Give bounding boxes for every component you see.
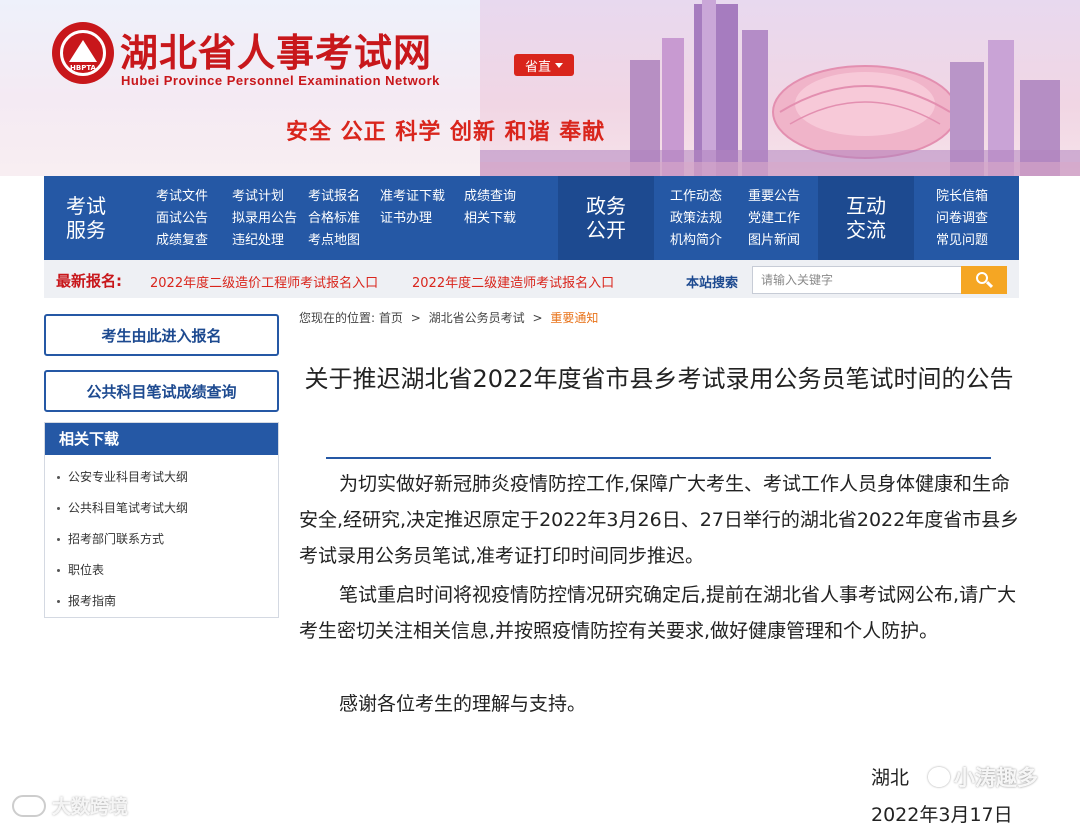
nav-group-title-line2: 公开	[586, 218, 626, 242]
nav-group-title-line2: 交流	[846, 218, 886, 242]
nav-link[interactable]: 准考证下载	[380, 188, 464, 206]
article-paragraph: 感谢各位考生的理解与支持。	[339, 693, 587, 715]
exam-service-links: 考试文件 考试计划 考试报名 准考证下载 成绩查询 面试公告 拟录用公告 合格标…	[156, 188, 534, 250]
nav-group-gov-affairs[interactable]: 政务 公开	[566, 194, 646, 242]
header-banner: HBPTA 湖北省人事考试网 Hubei Province Personnel …	[0, 0, 1080, 176]
signature-organization: 湖北	[871, 767, 910, 789]
site-logo[interactable]: HBPTA	[52, 22, 114, 84]
title-divider	[326, 457, 991, 459]
nav-link[interactable]: 相关下载	[464, 210, 534, 228]
nav-group-title-line1: 政务	[586, 194, 626, 218]
site-subtitle: Hubei Province Personnel Examination Net…	[121, 73, 440, 88]
bullet-icon	[57, 476, 60, 479]
nav-link[interactable]: 图片新闻	[748, 232, 826, 250]
download-item-label: 招考部门联系方式	[68, 532, 165, 546]
nav-group-exam-service[interactable]: 考试 服务	[46, 194, 126, 242]
bullet-icon	[57, 600, 60, 603]
breadcrumb-current[interactable]: 重要通知	[550, 311, 598, 325]
nav-link[interactable]: 考试报名	[308, 188, 380, 206]
score-query-button[interactable]: 公共科目笔试成绩查询	[44, 370, 279, 412]
registration-link[interactable]: 2022年度二级建造师考试报名入口	[412, 272, 614, 291]
download-item[interactable]: 公共科目笔试考试大纲	[57, 499, 188, 516]
signature-date: 2022年3月17日	[871, 804, 1013, 825]
related-downloads-title: 相关下载	[45, 423, 278, 455]
nav-link[interactable]: 重要公告	[748, 188, 826, 206]
latest-registration-label: 最新报名:	[56, 272, 122, 290]
download-item[interactable]: 职位表	[57, 561, 104, 578]
nav-group-interaction[interactable]: 互动 交流	[826, 194, 906, 242]
article-paragraph: 为切实做好新冠肺炎疫情防控工作,保障广大考生、考试工作人员身体健康和生命安全,经…	[299, 473, 1020, 567]
nav-link[interactable]: 院长信箱	[936, 188, 1006, 206]
article-title: 关于推迟湖北省2022年度省市县乡考试录用公务员笔试时间的公告	[304, 365, 1014, 393]
wechat-icon	[928, 767, 950, 787]
nav-link[interactable]: 成绩复查	[156, 232, 232, 250]
nav-link[interactable]: 拟录用公告	[232, 210, 308, 228]
chevron-down-icon	[555, 62, 563, 68]
nav-link[interactable]: 常见问题	[936, 232, 1006, 250]
logo-emblem-icon	[69, 40, 97, 62]
watermark-right: 小涛趣多	[928, 762, 1038, 792]
site-slogan: 安全 公正 科学 创新 和谐 奉献	[286, 120, 606, 145]
nav-link[interactable]: 工作动态	[670, 188, 748, 206]
nav-link[interactable]: 政策法规	[670, 210, 748, 228]
download-item-label: 公共科目笔试考试大纲	[68, 501, 189, 515]
nav-link[interactable]: 党建工作	[748, 210, 826, 228]
gov-affairs-links: 工作动态 重要公告 政策法规 党建工作 机构简介 图片新闻	[670, 188, 826, 250]
download-item[interactable]: 公安专业科目考试大纲	[57, 468, 188, 485]
download-item-label: 公安专业科目考试大纲	[68, 470, 189, 484]
watermark-right-text: 小涛趣多	[954, 766, 1038, 790]
download-item-label: 职位表	[68, 563, 105, 577]
main-navigation: 考试 服务 考试文件 考试计划 考试报名 准考证下载 成绩查询 面试公告 拟录用…	[44, 176, 1019, 260]
breadcrumb-prefix: 您现在的位置:	[299, 311, 376, 325]
latest-registration-bar: 最新报名: 2022年度二级造价工程师考试报名入口 2022年度二级建造师考试报…	[44, 260, 1019, 298]
breadcrumb-separator: >	[410, 311, 421, 325]
site-title[interactable]: 湖北省人事考试网	[120, 22, 432, 77]
interaction-links: 院长信箱 问卷调查 常见问题	[936, 188, 1006, 250]
breadcrumb-separator: >	[532, 311, 543, 325]
logo-abbreviation: HBPTA	[70, 64, 96, 72]
watermark-left-text: 大数跨境	[52, 796, 129, 818]
breadcrumb-link-home[interactable]: 首页	[379, 311, 403, 325]
breadcrumb: 您现在的位置: 首页 > 湖北省公务员考试 > 重要通知	[299, 309, 598, 326]
watermark-left: 大数跨境	[12, 792, 128, 819]
download-item[interactable]: 报考指南	[57, 592, 116, 609]
candidate-register-button[interactable]: 考生由此进入报名	[44, 314, 279, 356]
download-item-label: 报考指南	[68, 594, 117, 608]
city-skyline-image	[480, 0, 1080, 176]
nav-link[interactable]: 合格标准	[308, 210, 380, 228]
site-search-label: 本站搜索	[686, 276, 739, 291]
registration-link[interactable]: 2022年度二级造价工程师考试报名入口	[150, 272, 378, 291]
nav-link[interactable]: 问卷调查	[936, 210, 1006, 228]
region-label: 省直	[524, 59, 551, 75]
bullet-icon	[57, 507, 60, 510]
watermark-logo-icon	[12, 794, 46, 817]
nav-group-title-line2: 服务	[66, 218, 106, 242]
nav-link[interactable]: 考点地图	[308, 232, 380, 250]
nav-group-title-line1: 考试	[66, 194, 106, 218]
nav-link[interactable]: 面试公告	[156, 210, 232, 228]
bullet-icon	[57, 538, 60, 541]
related-downloads-panel: 相关下载 公安专业科目考试大纲 公共科目笔试考试大纲 招考部门联系方式 职位表 …	[44, 422, 279, 618]
search-input[interactable]	[752, 266, 962, 294]
nav-link[interactable]: 机构简介	[670, 232, 748, 250]
nav-link[interactable]: 考试文件	[156, 188, 232, 206]
search-button[interactable]	[961, 266, 1007, 294]
article-paragraph: 笔试重启时间将视疫情防控情况研究确定后,提前在湖北省人事考试网公布,请广大考生密…	[299, 584, 1017, 642]
breadcrumb-link-exam[interactable]: 湖北省公务员考试	[429, 311, 525, 325]
download-item[interactable]: 招考部门联系方式	[57, 530, 164, 547]
nav-link[interactable]: 成绩查询	[464, 188, 534, 206]
nav-group-title-line1: 互动	[846, 194, 886, 218]
nav-link[interactable]: 考试计划	[232, 188, 308, 206]
search-icon	[976, 272, 994, 289]
bullet-icon	[57, 569, 60, 572]
region-select-button[interactable]: 省直	[514, 54, 574, 76]
nav-link[interactable]: 证书办理	[380, 210, 464, 228]
nav-link[interactable]: 违纪处理	[232, 232, 308, 250]
